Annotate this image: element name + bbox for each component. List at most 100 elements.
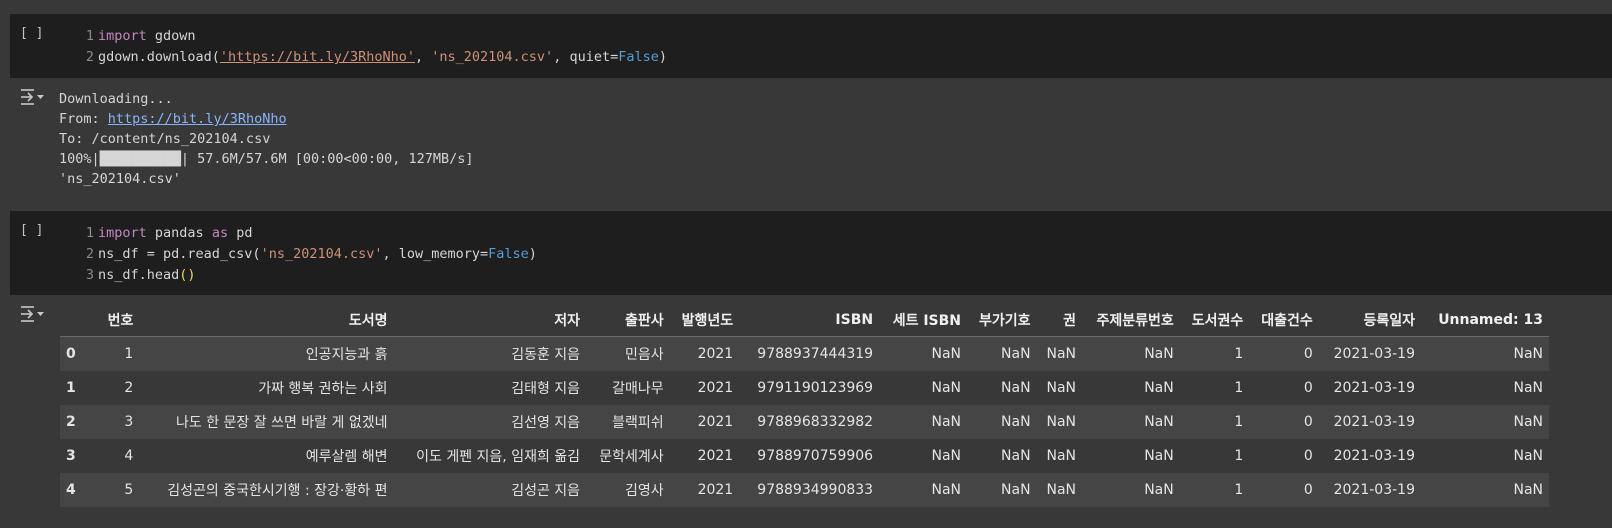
table-row: 3 4 예루살렘 해변 이도 게펜 지음, 임재희 옮김 문학세계사 2021 978897… [60, 439, 1549, 473]
line-number: 3 [85, 267, 94, 283]
table-cell: NaN [1513, 448, 1543, 464]
row-index: 3 [66, 448, 76, 464]
output-result: 'ns_202104.csv' [59, 171, 181, 187]
table-cell: 예루살렘 해변 [305, 449, 388, 465]
table-cell: NaN [931, 414, 962, 430]
column-header: ISBN [739, 303, 880, 337]
table-cell: NaN [1001, 414, 1031, 430]
table-cell: NaN [1513, 482, 1543, 498]
output-actions-icon[interactable] [20, 88, 46, 106]
table-cell: 이도 게펜 지음, 임재희 옮김 [416, 449, 581, 465]
table-cell: NaN [1001, 380, 1031, 396]
table-cell: 0 [1303, 346, 1313, 362]
run-cell-button[interactable]: [ ] [20, 26, 43, 41]
column-header: 권 [1036, 303, 1082, 337]
code-line: 2 gdown.download('https://bit.ly/3RhoNho'… [80, 47, 667, 68]
table-cell: 김성곤 지음 [511, 483, 581, 499]
column-header: 등록일자 [1318, 303, 1421, 337]
table-cell: 2021 [697, 482, 734, 498]
code-line: 3 ns_df.head() [80, 265, 537, 286]
column-header: 번호 [98, 303, 140, 337]
code-line: 1 import pandas as pd [80, 223, 537, 244]
code-cell-2[interactable]: [ ] 1 import pandas as pd 2 ns_df = pd.read… [10, 211, 1612, 295]
table-cell: NaN [1046, 346, 1076, 362]
code-token: ) [528, 246, 537, 262]
code-editor[interactable]: 1 import gdown 2 gdown.download('https://bi… [80, 26, 667, 68]
code-string: 'ns_202104.csv' [431, 49, 554, 65]
table-cell: 1 [1234, 380, 1244, 396]
code-token: import [98, 225, 147, 241]
table-cell: 김태형 지음 [511, 381, 581, 397]
code-url-string[interactable]: 'https://bit.ly/3RhoNho' [220, 49, 415, 65]
notebook-top-bar [0, 0, 1612, 14]
table-cell: NaN [1046, 448, 1076, 464]
row-index: 2 [66, 414, 76, 430]
table-row: 2 3 나도 한 문장 잘 쓰면 바랄 게 없겠네 김선영 지음 블랙피쉬 2021 978… [60, 405, 1549, 439]
table-cell: 인공지능과 흙 [305, 347, 388, 363]
table-cell: NaN [1513, 380, 1543, 396]
table-cell: 2021-03-19 [1333, 414, 1415, 430]
table-cell: 0 [1303, 448, 1313, 464]
table-cell: NaN [931, 448, 962, 464]
table-cell: 갈매나무 [612, 381, 664, 397]
index-header [60, 303, 98, 337]
table-cell: 3 [124, 414, 134, 430]
table-header-row: 번호 도서명 저자 출판사 발행년도 ISBN 세트 ISBN 부가기호 권 주제분류번호 도서권수… [60, 303, 1549, 337]
output-actions-icon[interactable] [20, 305, 46, 323]
table-cell: 2021 [697, 346, 734, 362]
table-cell: 0 [1303, 380, 1313, 396]
table-cell: NaN [1046, 414, 1076, 430]
table-cell: 2021 [697, 414, 734, 430]
table-cell: 민음사 [625, 347, 664, 363]
code-token: as [211, 225, 229, 241]
table-cell: 블랙피쉬 [612, 415, 664, 431]
code-line: 2 ns_df = pd.read_csv('ns_202104.csv', lo… [80, 244, 537, 265]
line-number: 1 [85, 28, 94, 44]
column-header: 저자 [393, 303, 587, 337]
table-cell: 김동훈 지음 [511, 347, 581, 363]
table-cell: 2021-03-19 [1333, 448, 1415, 464]
table-cell: 9788968332982 [757, 414, 874, 430]
table-cell: 가짜 행복 권하는 사회 [258, 381, 388, 397]
table-cell: NaN [931, 346, 962, 362]
table-cell: 0 [1303, 482, 1313, 498]
column-header: 도서명 [139, 303, 394, 337]
table-cell: NaN [1144, 414, 1174, 430]
output-link[interactable]: https://bit.ly/3RhoNho [108, 111, 287, 127]
table-cell: 김성곤의 중국한시기행 : 장강·황하 편 [167, 483, 388, 499]
table-cell: NaN [931, 380, 962, 396]
column-header: 세트 ISBN [879, 303, 968, 337]
table-cell: NaN [1144, 482, 1174, 498]
table-cell: NaN [1001, 482, 1031, 498]
table-cell: NaN [1513, 346, 1543, 362]
run-cell-button[interactable]: [ ] [20, 223, 43, 238]
table-cell: NaN [1144, 380, 1174, 396]
table-cell: 1 [1234, 346, 1244, 362]
code-line: 1 import gdown [80, 26, 667, 47]
table-body: 0 1 인공지능과 흙 김동훈 지음 민음사 2021 9788937444319 NaN Na… [60, 336, 1549, 507]
output-line: To: /content/ns_202104.csv [59, 131, 271, 147]
table-cell: 김영사 [625, 483, 664, 499]
table-cell: 2021 [697, 380, 734, 396]
table-cell: 1 [1234, 482, 1244, 498]
line-number: 2 [85, 246, 94, 262]
line-number: 2 [85, 49, 94, 65]
table-cell: 문학세계사 [599, 449, 664, 465]
cell-output-1: Downloading... From: https://bit.ly/3RhoN… [59, 89, 474, 189]
column-header: 부가기호 [967, 303, 1037, 337]
column-header: 발행년도 [669, 303, 740, 337]
code-token: , quiet= [553, 49, 619, 65]
table-cell: 4 [124, 448, 134, 464]
row-index: 4 [66, 482, 76, 498]
table-cell: NaN [1144, 448, 1174, 464]
table-cell: 1 [1234, 414, 1244, 430]
code-cell-1[interactable]: [ ] 1 import gdown 2 gdown.download('https:… [10, 14, 1612, 78]
row-index: 0 [66, 346, 76, 362]
table-cell: 2021-03-19 [1333, 482, 1415, 498]
table-cell: 5 [124, 482, 134, 498]
column-header: 대출건수 [1249, 303, 1319, 337]
code-token: , [415, 49, 432, 65]
code-editor[interactable]: 1 import pandas as pd 2 ns_df = pd.read_csv… [80, 223, 537, 286]
column-header: 주제분류번호 [1082, 303, 1180, 337]
code-paren: () [179, 267, 196, 283]
